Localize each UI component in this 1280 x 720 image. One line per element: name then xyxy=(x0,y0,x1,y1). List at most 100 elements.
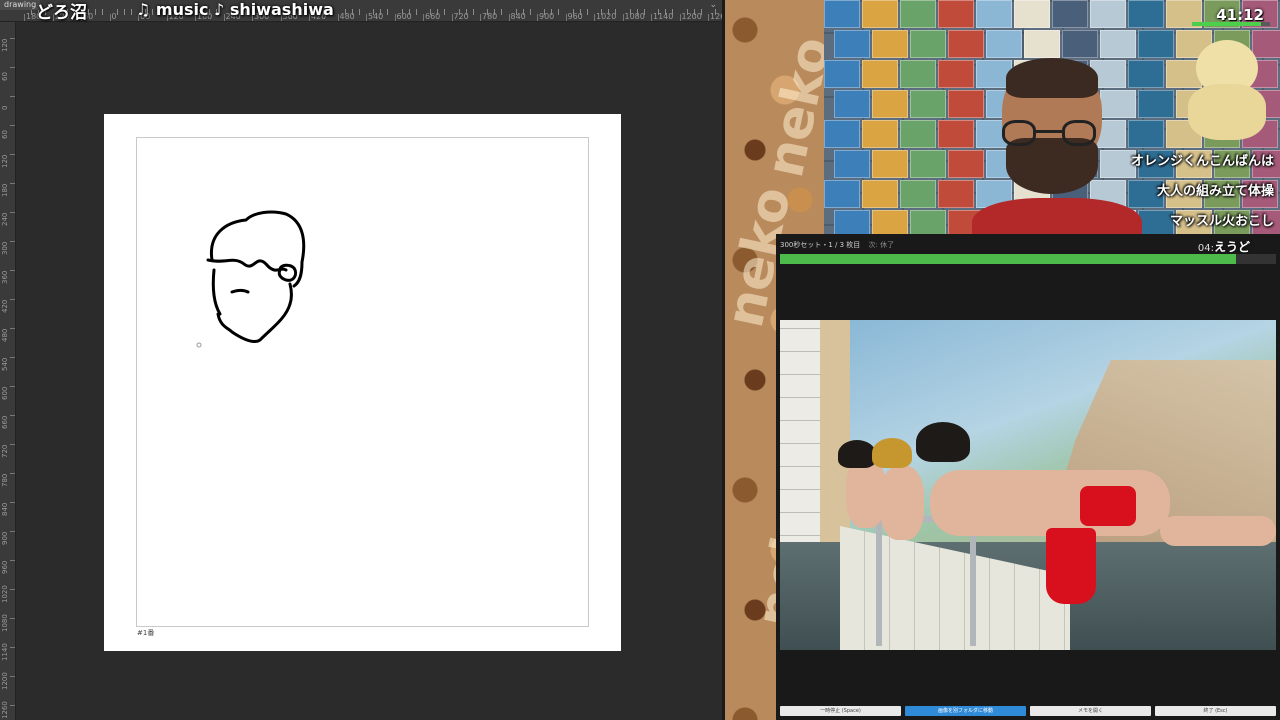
streamer-beard xyxy=(1006,138,1098,194)
ruler-tick xyxy=(130,9,132,15)
collage-photo xyxy=(834,90,870,118)
ruler-tick xyxy=(643,9,645,15)
drawing-app: 180 120 60 0 60 120 180 240 300 360 420 480 540 600 66… xyxy=(0,0,722,720)
collage-photo xyxy=(1100,30,1136,58)
glasses-bridge xyxy=(1036,130,1062,133)
ruler-tick xyxy=(10,531,15,532)
reference-viewer: 300秒セット・1 / 3 枚目 次: 休了 04:えうど 一時停止 (Spac… xyxy=(776,234,1280,720)
open-memo-button[interactable]: メモを開く xyxy=(1030,706,1151,716)
ruler-tick xyxy=(544,9,546,15)
collage-photo xyxy=(872,90,908,118)
ruler-tick xyxy=(401,9,403,15)
ruler-label: 960 xyxy=(1,560,9,574)
ruler-tick xyxy=(572,9,574,15)
ruler-tick xyxy=(615,9,617,15)
sketch-hair-outline xyxy=(209,210,306,288)
collage-photo xyxy=(862,120,898,148)
stream-tag: オレンジくんこんばんは xyxy=(1130,154,1274,169)
ruler-tick xyxy=(10,67,15,68)
collage-photo xyxy=(824,180,860,208)
viewer-countdown: 04:えうど xyxy=(1198,238,1250,255)
photo-person-1-hair xyxy=(838,440,876,468)
ruler-tick xyxy=(458,9,460,15)
collage-photo xyxy=(1128,60,1164,88)
collage-photo xyxy=(938,180,974,208)
collage-photo xyxy=(862,180,898,208)
brush-cursor xyxy=(196,342,202,348)
ruler-tick xyxy=(116,9,118,15)
ruler-tick xyxy=(472,9,474,15)
ruler-tick xyxy=(10,299,15,300)
ruler-label: 1260 xyxy=(1,701,9,719)
viewer-progress-bar xyxy=(780,254,1276,264)
ruler-tick xyxy=(430,9,432,15)
ruler-tick xyxy=(10,589,15,590)
stream-side-panel: neko neko neko 41:12 オレンジくんこんばんは xyxy=(725,0,1280,720)
ruler-label: 60 xyxy=(1,130,9,139)
ruler-tick xyxy=(444,9,446,15)
ruler-tick xyxy=(10,647,15,648)
chevron-down-icon[interactable]: ⌄ xyxy=(709,0,717,10)
ruler-tick xyxy=(451,14,453,21)
exit-button[interactable]: 終了 (Esc) xyxy=(1155,706,1276,716)
ruler-tick xyxy=(415,9,417,15)
sketch-jaw xyxy=(216,302,292,344)
ruler-label: 840 xyxy=(1,502,9,516)
sketch-glasses xyxy=(277,263,298,282)
ruler-tick xyxy=(366,14,367,21)
collage-photo xyxy=(862,0,898,28)
ruler-tick xyxy=(437,9,439,15)
viewer-controls: 一時停止 (Space) 画像を別フォルダに移動 メモを開く 終了 (Esc) xyxy=(780,706,1276,716)
ruler-label: 120 xyxy=(1,38,9,52)
ruler-tick xyxy=(10,125,15,126)
ruler-tick xyxy=(95,9,97,15)
ruler-label: 540 xyxy=(1,357,9,371)
ruler-tick xyxy=(10,502,15,503)
ruler-left: 120 60 0 60 120 180 240 300 360 420 480 540 600 660 72… xyxy=(0,22,16,720)
ruler-label: 1020 xyxy=(1,585,9,603)
ruler-tick xyxy=(10,357,15,358)
ruler-tick xyxy=(465,9,467,15)
collage-photo xyxy=(1128,0,1164,28)
ruler-tick xyxy=(601,9,603,15)
collage-photo xyxy=(1062,30,1098,58)
ruler-tick xyxy=(665,9,667,15)
collage-photo xyxy=(834,150,870,178)
ruler-tick xyxy=(522,9,524,15)
ruler-tick xyxy=(693,9,695,15)
collage-photo xyxy=(910,150,946,178)
collage-photo xyxy=(872,30,908,58)
ruler-tick xyxy=(651,14,652,21)
ruler-tick xyxy=(10,270,15,271)
pause-button[interactable]: 一時停止 (Space) xyxy=(780,706,901,716)
ruler-tick xyxy=(636,9,638,15)
ruler-label: 1020 xyxy=(596,12,617,21)
stream-tag: マッスル火おこし xyxy=(1169,214,1274,229)
ruler-tick xyxy=(387,9,389,15)
move-image-button[interactable]: 画像を別フォルダに移動 xyxy=(905,706,1026,716)
collage-photo xyxy=(948,30,984,58)
viewer-set-label: 300秒セット・1 / 3 枚目 xyxy=(780,241,861,249)
ruler-tick xyxy=(351,9,353,15)
ruler-tick xyxy=(10,444,15,445)
collage-photo xyxy=(1014,0,1050,28)
ruler-tick xyxy=(373,9,375,15)
ruler-label: 720 xyxy=(1,444,9,458)
ruler-tick xyxy=(537,14,538,21)
photo-red-cloth xyxy=(1046,528,1096,604)
ruler-tick xyxy=(558,9,560,15)
document-tab[interactable]: drawing xyxy=(0,0,41,10)
ruler-tick xyxy=(10,212,15,213)
drawing-canvas[interactable]: #1番 xyxy=(104,114,621,651)
ruler-label: 1080 xyxy=(1,614,9,632)
stream-tag: 大人の組み立て体操 xyxy=(1156,184,1274,199)
ruler-label: 1140 xyxy=(1,643,9,661)
ruler-tick xyxy=(109,14,111,21)
ruler-tick xyxy=(10,705,15,706)
streamer-shirt xyxy=(972,198,1142,234)
collage-photo xyxy=(910,210,946,234)
ruler-label: 1200 xyxy=(1,672,9,690)
collage-photo xyxy=(910,90,946,118)
ruler-tick xyxy=(679,14,681,21)
ruler-tick xyxy=(394,14,396,21)
